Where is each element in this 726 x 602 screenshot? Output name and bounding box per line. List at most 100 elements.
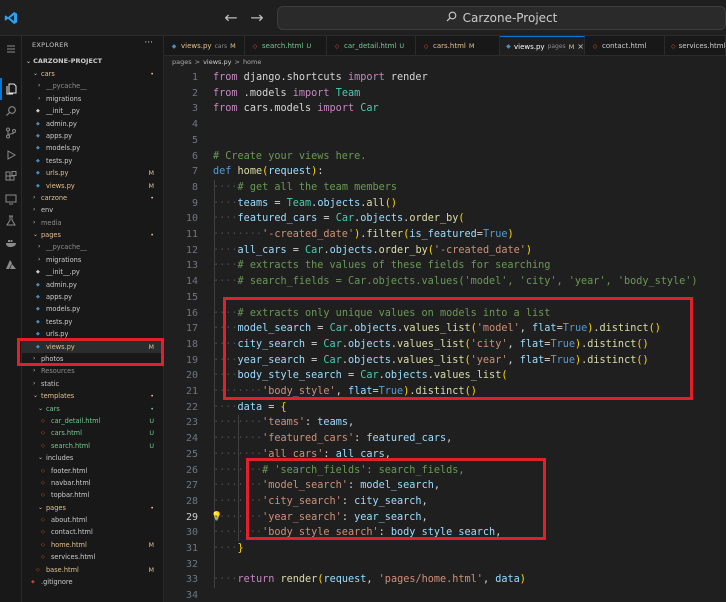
folder-item[interactable]: › migrations (22, 254, 163, 266)
docker-icon[interactable] (0, 232, 22, 254)
workspace-root[interactable]: ⌄ CARZONE-PROJECT (22, 54, 163, 68)
code-line: 6 # Create your views here. (164, 149, 726, 165)
editor-tab[interactable]: ◆ views.py pages M × (500, 36, 585, 55)
vscode-logo-icon (0, 0, 22, 36)
folder-item[interactable]: ⌄ cars • (22, 68, 163, 80)
editor-tab[interactable]: ◇ contact.html (585, 36, 665, 55)
folder-item[interactable]: ⌄ pages • (22, 502, 163, 514)
line-number: 26 (185, 464, 198, 476)
file-item[interactable]: ◆ admin.py (22, 279, 163, 291)
tree-item-label: .gitignore (41, 578, 73, 587)
python-icon: ◆ (36, 170, 40, 177)
source-control-icon[interactable] (0, 122, 22, 144)
file-item[interactable]: ◆ admin.py (22, 118, 163, 130)
breadcrumb-item[interactable]: views.py (203, 56, 231, 68)
file-item[interactable]: ◆ urls.py M (22, 167, 163, 179)
html-icon: ◇ (41, 467, 45, 474)
line-number: 4 (191, 119, 198, 131)
file-item[interactable]: ◆ tests.py (22, 316, 163, 328)
line-number: 31 (185, 543, 198, 554)
code-line: 22 ····data = { (164, 400, 726, 416)
search-icon[interactable] (0, 100, 22, 122)
file-item[interactable]: ◇ navbar.html (22, 477, 163, 489)
code-text: ····} (213, 543, 244, 554)
file-item[interactable]: ◇ services.html (22, 551, 163, 563)
arrow-left-icon[interactable]: ← (221, 8, 241, 28)
folder-item[interactable]: ⌄ templates • (22, 390, 163, 402)
editor-tab[interactable]: ◇ cars.html M (416, 36, 500, 55)
close-icon[interactable]: × (577, 42, 584, 51)
file-item[interactable]: ◆ tests.py (22, 155, 163, 167)
html-icon: ◇ (334, 42, 340, 50)
folder-item[interactable]: › env (22, 204, 163, 216)
tab-label: contact.html (602, 42, 647, 50)
editor-tab[interactable]: ◇ search.html U (245, 36, 327, 55)
file-item[interactable]: ◇ base.html M (22, 564, 163, 576)
arrow-right-icon[interactable]: → (247, 8, 267, 28)
file-item[interactable]: ◆ views.py M (22, 340, 163, 353)
editor-tab[interactable]: ◇ car_detail.html U (327, 36, 416, 55)
folder-item[interactable]: ⌄ cars • (22, 403, 163, 415)
folder-item[interactable]: › photos (22, 353, 163, 365)
file-item[interactable]: ◆ models.py (22, 303, 163, 315)
file-item[interactable]: ◈ .gitignore (22, 576, 163, 588)
editor-tab[interactable]: ◇ services.html (665, 36, 726, 55)
tree-item-label: __init__.py (46, 268, 80, 277)
explorer-icon[interactable] (0, 78, 22, 100)
file-item[interactable]: ◇ search.html U (22, 440, 163, 452)
file-item[interactable]: ◆ apps.py (22, 291, 163, 303)
file-item[interactable]: ◇ cars.html U (22, 427, 163, 439)
code-line: 12 ····all_cars = Car.objects.order_by('-… (164, 243, 726, 259)
code-line: 1 from django.shortcuts import render (164, 70, 726, 86)
folder-item[interactable]: ⌄ pages • (22, 229, 163, 241)
command-center-search[interactable]: Carzone-Project (277, 6, 726, 30)
remote-explorer-icon[interactable] (0, 188, 22, 210)
file-item[interactable]: ◆ __init__.py (22, 105, 163, 117)
file-item[interactable]: ◆ views.py M (22, 180, 163, 192)
folder-item[interactable]: › static (22, 378, 163, 390)
git-status-badge: • (150, 231, 154, 240)
code-text: ····data = { (213, 401, 287, 413)
python-icon: ◆ (36, 269, 40, 276)
tree-item-label: contact.html (51, 528, 93, 537)
folder-item[interactable]: ⌄ includes (22, 452, 163, 464)
menu-icon[interactable] (0, 38, 22, 60)
file-item[interactable]: ◆ apps.py (22, 130, 163, 142)
file-item[interactable]: ◆ __init__.py (22, 266, 163, 278)
editor-tab[interactable]: ◆ views.py cars M (164, 36, 245, 55)
code-line: 25 ········'all_cars': all_cars, (164, 447, 726, 463)
file-item[interactable]: ◇ home.html M (22, 539, 163, 551)
extensions-icon[interactable] (0, 166, 22, 188)
code-text: ····# extracts only unique values on mod… (213, 307, 551, 319)
code-editor[interactable]: 1 from django.shortcuts import render 2 fro… (164, 68, 726, 602)
file-item[interactable]: ◆ models.py (22, 142, 163, 154)
folder-item[interactable]: › __pycache__ (22, 241, 163, 253)
folder-item[interactable]: › media (22, 217, 163, 229)
azure-icon[interactable] (0, 254, 22, 276)
python-icon: ◆ (36, 157, 40, 164)
folder-item[interactable]: › migrations (22, 93, 163, 105)
file-item[interactable]: ◇ car_detail.html U (22, 415, 163, 427)
breadcrumb-separator: > (234, 58, 240, 66)
file-item[interactable]: ◇ about.html (22, 514, 163, 526)
folder-item[interactable]: › Resources (22, 365, 163, 377)
python-icon: ◆ (36, 306, 40, 313)
run-debug-icon[interactable] (0, 144, 22, 166)
testing-icon[interactable] (0, 210, 22, 232)
chevron-right-icon: › (38, 94, 41, 102)
file-item[interactable]: ◇ footer.html (22, 465, 163, 477)
python-icon: ◆ (36, 331, 40, 338)
breadcrumb-item[interactable]: pages (172, 56, 192, 68)
file-item[interactable]: ◆ urls.py (22, 328, 163, 340)
file-item[interactable]: ◇ topbar.html (22, 489, 163, 501)
file-item[interactable]: ◇ contact.html (22, 526, 163, 538)
folder-item[interactable]: › carzone • (22, 192, 163, 204)
more-actions-icon[interactable]: ··· (144, 38, 153, 48)
chevron-right-icon: › (38, 243, 41, 251)
code-text: ····model_search = Car.objects.values_li… (213, 323, 661, 335)
code-line: 33 ····return render(request, 'pages/home… (164, 572, 726, 588)
tree-item-label: topbar.html (51, 491, 90, 500)
explorer-header: EXPLORER (32, 41, 69, 49)
folder-item[interactable]: › __pycache__ (22, 80, 163, 92)
breadcrumb-item[interactable]: home (243, 56, 261, 68)
